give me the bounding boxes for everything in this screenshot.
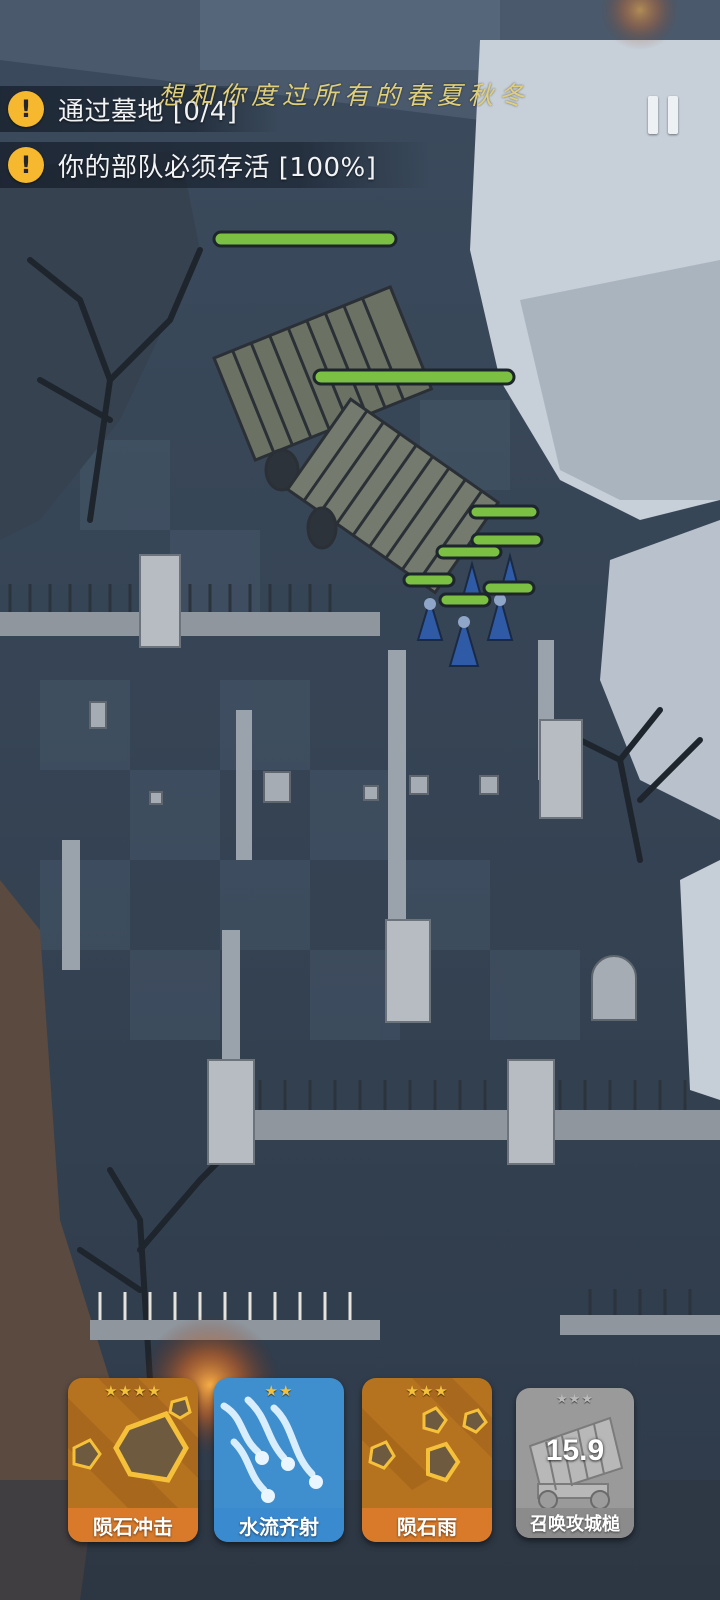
skill-label: 陨石雨 bbox=[362, 1508, 492, 1542]
skill-label: 水流齐射 bbox=[214, 1508, 344, 1542]
unit-health-bar bbox=[435, 544, 503, 560]
warning-icon: ! bbox=[8, 91, 44, 127]
ram-health-bar bbox=[212, 230, 398, 248]
skill-stars: ★★ bbox=[264, 1382, 294, 1400]
pause-button[interactable] bbox=[644, 94, 684, 138]
skill-card-meteor-rain[interactable]: ★★★ 陨石雨 bbox=[362, 1378, 492, 1542]
warning-icon: ! bbox=[8, 147, 44, 183]
unit-health-bar bbox=[468, 504, 540, 520]
skill-card-summon-battering-ram[interactable]: ★★★ 15.9 召唤攻城槌 bbox=[516, 1388, 634, 1538]
skill-label: 召唤攻城槌 bbox=[516, 1508, 634, 1538]
unit-health-bar bbox=[470, 532, 544, 548]
pause-icon bbox=[668, 96, 678, 134]
skill-card-water-volley[interactable]: ★★ 水流齐射 bbox=[214, 1378, 344, 1542]
pause-icon bbox=[648, 96, 658, 134]
skill-label: 陨石冲击 bbox=[68, 1508, 198, 1542]
skill-stars: ★★★ bbox=[556, 1392, 594, 1407]
cooldown-timer: 15.9 bbox=[545, 1434, 605, 1467]
watermark-text: 想和你度过所有的春夏秋冬 bbox=[158, 81, 531, 110]
objective-troops-survive: ! 你的部队必须存活 [100%] bbox=[0, 142, 430, 188]
unit-health-bar bbox=[438, 592, 492, 608]
objective-text: 你的部队必须存活 [100%] bbox=[58, 152, 377, 183]
game-scene bbox=[0, 0, 720, 1600]
skill-stars: ★★★★ bbox=[104, 1382, 162, 1400]
ram-health-bar bbox=[312, 368, 516, 386]
skill-stars: ★★★ bbox=[405, 1382, 449, 1400]
skill-card-meteor-strike[interactable]: ★★★★ 陨石冲击 bbox=[68, 1378, 198, 1542]
unit-health-bar bbox=[402, 572, 456, 588]
unit-health-bar bbox=[482, 580, 536, 596]
